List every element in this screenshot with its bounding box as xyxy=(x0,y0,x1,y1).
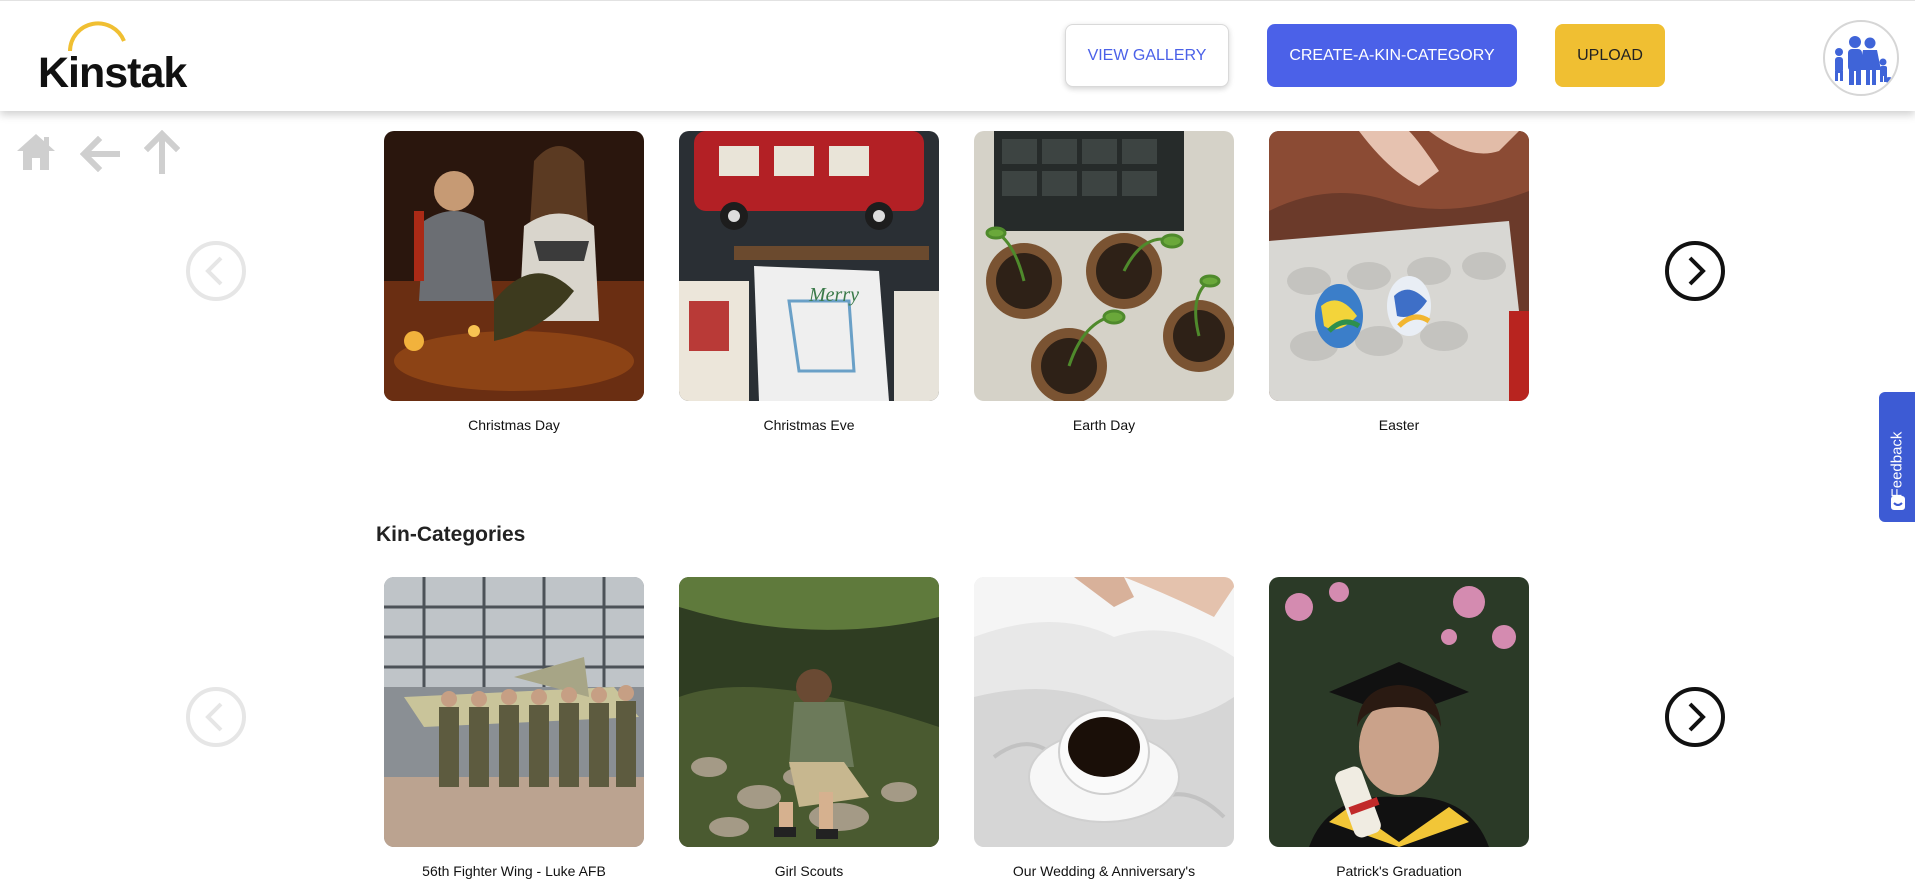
family-icon xyxy=(1835,36,1893,85)
carousel-next-button[interactable] xyxy=(1664,686,1726,748)
holiday-label: Easter xyxy=(1378,417,1420,433)
holiday-thumbnail[interactable]: Merry xyxy=(679,131,939,401)
kin-category-card[interactable]: Girl Scouts xyxy=(679,577,939,879)
kin-category-label: Girl Scouts xyxy=(774,863,844,879)
svg-text:Merry: Merry xyxy=(808,284,859,306)
holiday-thumbnail[interactable] xyxy=(384,131,644,401)
holiday-card[interactable]: Christmas Day xyxy=(384,131,644,433)
upload-button[interactable]: UPLOAD xyxy=(1555,24,1665,87)
kin-categories-carousel: 56th Fighter Wing - Luke AFB Girl Scouts xyxy=(384,577,1530,879)
kin-category-thumbnail[interactable] xyxy=(974,577,1234,847)
kin-category-label: Our Wedding & Anniversary's xyxy=(1012,863,1196,879)
view-gallery-button[interactable]: VIEW GALLERY xyxy=(1065,24,1229,87)
holiday-thumbnail[interactable] xyxy=(1269,131,1529,401)
kinstak-logo[interactable]: Kinstak xyxy=(38,19,188,97)
carousel-prev-button[interactable] xyxy=(185,686,247,748)
holiday-label: Christmas Day xyxy=(468,417,560,433)
create-kin-category-button[interactable]: CREATE-A-KIN-CATEGORY xyxy=(1267,24,1517,87)
top-header: Kinstak VIEW GALLERY CREATE-A-KIN-CATEGO… xyxy=(0,0,1915,111)
kin-category-thumbnail[interactable] xyxy=(1269,577,1529,847)
kin-category-card[interactable]: 56th Fighter Wing - Luke AFB xyxy=(384,577,644,879)
holiday-thumbnail[interactable] xyxy=(974,131,1234,401)
sunrise-arc-icon xyxy=(68,21,126,52)
holiday-card[interactable]: Merry Christmas Eve xyxy=(679,131,939,433)
kin-category-label: 56th Fighter Wing - Luke AFB xyxy=(422,863,606,879)
up-arrow-icon[interactable] xyxy=(144,130,180,176)
kin-categories-heading: Kin-Categories xyxy=(376,523,526,546)
kin-category-card[interactable]: Our Wedding & Anniversary's xyxy=(974,577,1234,879)
holiday-label: Christmas Eve xyxy=(763,417,855,433)
holiday-card[interactable]: Easter xyxy=(1269,131,1529,433)
logo-text: Kinstak xyxy=(38,49,187,97)
navigation-toolbar xyxy=(14,130,184,176)
kin-category-thumbnail[interactable] xyxy=(384,577,644,847)
carousel-next-button[interactable] xyxy=(1664,240,1726,302)
kin-category-thumbnail[interactable] xyxy=(679,577,939,847)
kin-category-card[interactable]: Patrick's Graduation xyxy=(1269,577,1529,879)
chat-smile-icon xyxy=(1891,496,1905,510)
back-arrow-icon[interactable] xyxy=(80,136,122,172)
holiday-card[interactable]: Earth Day xyxy=(974,131,1234,433)
feedback-tab[interactable]: Feedback xyxy=(1879,392,1915,522)
holiday-label: Earth Day xyxy=(1072,417,1136,433)
home-icon[interactable] xyxy=(14,130,58,174)
carousel-prev-button[interactable] xyxy=(185,240,247,302)
holidays-carousel: Christmas Day Merry Christmas Eve Earth … xyxy=(384,131,1530,433)
user-avatar[interactable] xyxy=(1823,20,1899,96)
kin-category-label: Patrick's Graduation xyxy=(1336,863,1462,879)
